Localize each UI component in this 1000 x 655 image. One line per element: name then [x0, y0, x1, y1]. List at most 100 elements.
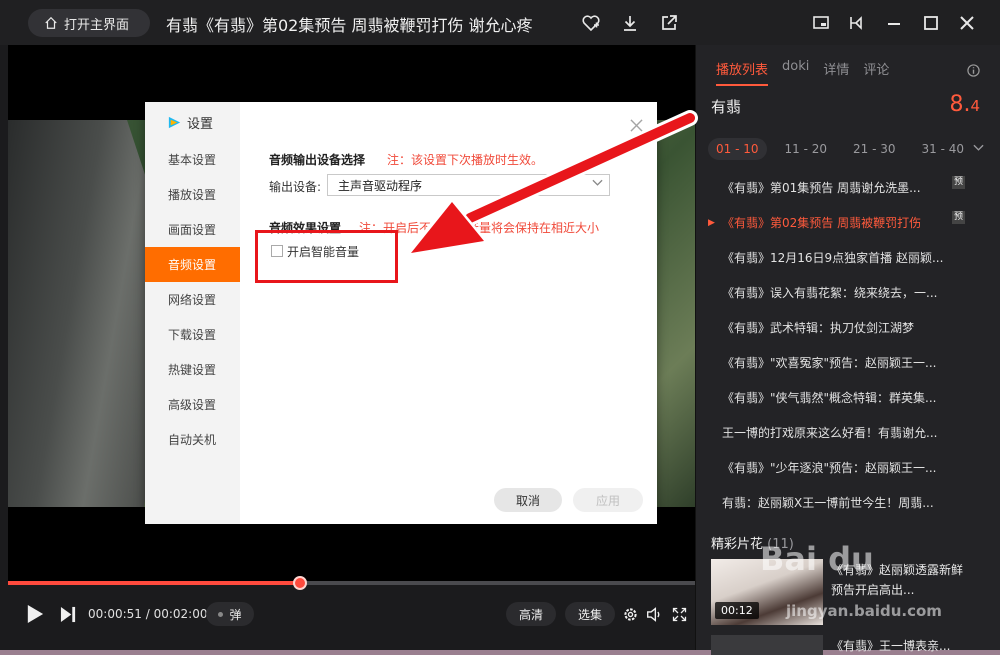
danmu-dot-icon: [218, 611, 224, 617]
range-tab[interactable]: 21 - 30: [845, 138, 904, 160]
list-item[interactable]: 《有翡》"欢喜冤家"预告：赵丽颖王一...: [696, 345, 1000, 380]
range-tab[interactable]: 11 - 20: [777, 138, 836, 160]
list-item[interactable]: 《有翡》误入有翡花絮：绕来绕去，一...: [696, 275, 1000, 310]
mini-mode-icon[interactable]: [810, 12, 832, 34]
rating-decimal: 4: [970, 97, 980, 115]
range-tab[interactable]: 01 - 10: [708, 138, 767, 160]
maximize-icon[interactable]: [920, 12, 942, 34]
episode-title: 《有翡》误入有翡花絮：绕来绕去，一...: [722, 286, 938, 300]
annotation-highlight-box: [255, 230, 398, 283]
list-item[interactable]: 《有翡》"侠气翡然"概念特辑：群英集...: [696, 380, 1000, 415]
danmu-label: 弹: [229, 607, 242, 622]
rating-integer: 8.: [949, 92, 971, 117]
tab-details[interactable]: 详情: [823, 59, 849, 86]
episode-title: 王一博的打戏原来这么好看！有翡谢允...: [722, 426, 938, 440]
nav-auto-shutdown[interactable]: 自动关机: [145, 422, 240, 457]
list-item-playing[interactable]: ▶ 《有翡》第02集预告 周翡被鞭罚打伤 预: [696, 205, 1000, 240]
volume-icon[interactable]: [645, 604, 663, 624]
close-icon[interactable]: [630, 115, 643, 135]
clip-thumbnail[interactable]: [711, 635, 823, 655]
nav-network-settings[interactable]: 网络设置: [145, 282, 240, 317]
settings-nav-panel: 设置 基本设置 播放设置 画面设置 音频设置 网络设置 下载设置 热键设置 高级…: [145, 102, 240, 524]
favorite-add-icon[interactable]: [580, 12, 602, 34]
episode-title: 《有翡》"欢喜冤家"预告：赵丽颖王一...: [722, 356, 937, 370]
video-title: 有翡《有翡》第02集预告 周翡被鞭罚打伤 谢允心疼: [166, 16, 533, 35]
list-item[interactable]: 《有翡》"少年逐浪"预告：赵丽颖王一...: [696, 450, 1000, 485]
list-item[interactable]: 王一博的打戏原来这么好看！有翡谢允...: [696, 415, 1000, 450]
clip-duration: 00:12: [715, 602, 759, 619]
episode-title: 《有翡》第02集预告 周翡被鞭罚打伤: [722, 216, 922, 230]
nav-advanced-settings[interactable]: 高级设置: [145, 387, 240, 422]
preview-badge: 预: [951, 176, 965, 189]
sidebar-tabs: 播放列表 doki 详情 评论: [716, 59, 889, 86]
tab-comments[interactable]: 评论: [863, 59, 889, 86]
settings-dialog: 设置 基本设置 播放设置 画面设置 音频设置 网络设置 下载设置 热键设置 高级…: [145, 102, 657, 524]
settings-nav: 基本设置 播放设置 画面设置 音频设置 网络设置 下载设置 热键设置 高级设置 …: [145, 142, 240, 457]
audio-output-section-title: 音频输出设备选择: [269, 153, 366, 167]
range-tab[interactable]: 31 - 40: [914, 138, 973, 160]
share-icon[interactable]: [658, 12, 680, 34]
apply-button[interactable]: 应用: [573, 488, 643, 512]
quality-button[interactable]: 高清: [506, 602, 556, 626]
nav-basic-settings[interactable]: 基本设置: [145, 142, 240, 177]
episode-title: 《有翡》"侠气翡然"概念特辑：群英集...: [722, 391, 937, 405]
nav-playback-settings[interactable]: 播放设置: [145, 177, 240, 212]
progress-fill: [8, 581, 300, 585]
close-window-icon[interactable]: [956, 12, 978, 34]
tab-playlist[interactable]: 播放列表: [716, 59, 769, 86]
chevron-down-icon: [592, 177, 603, 190]
next-episode-icon[interactable]: [58, 603, 78, 625]
tencent-video-logo-icon: [168, 116, 181, 129]
progress-knob[interactable]: [292, 576, 307, 590]
minimize-icon[interactable]: [883, 12, 905, 34]
output-device-select[interactable]: 主声音驱动程序: [327, 174, 610, 196]
nav-hotkey-settings[interactable]: 热键设置: [145, 352, 240, 387]
audio-output-note: 注：该设置下次播放时生效。: [387, 153, 544, 167]
episodes-button[interactable]: 选集: [565, 602, 615, 626]
cancel-button[interactable]: 取消: [494, 488, 562, 512]
nav-picture-settings[interactable]: 画面设置: [145, 212, 240, 247]
list-item[interactable]: 有翡：赵丽颖X王一博前世今生！周翡...: [696, 485, 1000, 520]
episode-title: 有翡：赵丽颖X王一博前世今生！周翡...: [722, 496, 934, 510]
nav-download-settings[interactable]: 下载设置: [145, 317, 240, 352]
episode-title: 《有翡》"少年逐浪"预告：赵丽颖王一...: [722, 461, 937, 475]
fullscreen-icon[interactable]: [670, 604, 688, 624]
settings-gear-icon[interactable]: [621, 604, 639, 624]
progress-bar[interactable]: [8, 576, 695, 590]
watermark-main: Bai du: [760, 540, 874, 578]
home-icon: [45, 16, 57, 29]
watermark-sub: jingyan.baidu.com: [786, 602, 942, 620]
open-main-window-button[interactable]: 打开主界面: [28, 9, 150, 37]
player-controls: 00:00:51 / 00:02:00 弹 高清 选集: [8, 590, 695, 646]
episode-title: 《有翡》第01集预告 周翡谢允洗墨...: [722, 181, 921, 195]
episode-list: 《有翡》第01集预告 周翡谢允洗墨... 预 ▶ 《有翡》第02集预告 周翡被鞭罚打…: [696, 170, 1000, 520]
title-bar: 打开主界面 有翡《有翡》第02集预告 周翡被鞭罚打伤 谢允心疼: [0, 0, 1000, 45]
rating: 8.4: [949, 92, 980, 117]
list-item[interactable]: 《有翡》第01集预告 周翡谢允洗墨... 预: [696, 170, 1000, 205]
clips-title: 精彩片花: [711, 537, 764, 552]
playing-indicator-icon: ▶: [708, 217, 715, 228]
info-icon[interactable]: [967, 62, 980, 81]
play-icon[interactable]: [24, 602, 46, 626]
download-icon[interactable]: [619, 12, 641, 34]
tab-doki[interactable]: doki: [782, 59, 809, 86]
chevron-down-icon[interactable]: [973, 141, 984, 155]
episode-title: 《有翡》武术特辑：执刀仗剑江湖梦: [722, 321, 915, 335]
clip-title[interactable]: 《有翡》王一博表亲...: [831, 637, 991, 654]
pin-on-top-icon[interactable]: [846, 12, 868, 34]
episode-range-tabs: 01 - 10 11 - 20 21 - 30 31 - 40: [708, 138, 972, 160]
list-item[interactable]: 《有翡》武术特辑：执刀仗剑江湖梦: [696, 310, 1000, 345]
episode-title: 《有翡》12月16日9点独家首播 赵丽颖...: [722, 251, 944, 265]
settings-title: 设置: [187, 117, 214, 132]
show-name: 有翡: [711, 98, 742, 116]
settings-header: 设置: [167, 113, 213, 132]
output-device-value: 主声音驱动程序: [338, 178, 423, 193]
output-device-label: 输出设备:: [269, 180, 322, 194]
open-main-window-label: 打开主界面: [64, 17, 130, 33]
preview-badge: 预: [951, 211, 965, 224]
baidu-watermark: Bai du jingyan.baidu.com: [760, 540, 942, 620]
danmu-toggle[interactable]: 弹: [206, 602, 254, 626]
list-item[interactable]: 《有翡》12月16日9点独家首播 赵丽颖...: [696, 240, 1000, 275]
nav-audio-settings[interactable]: 音频设置: [145, 247, 240, 282]
video-player-app: 打开主界面 有翡《有翡》第02集预告 周翡被鞭罚打伤 谢允心疼 00:00:51…: [0, 0, 1000, 655]
